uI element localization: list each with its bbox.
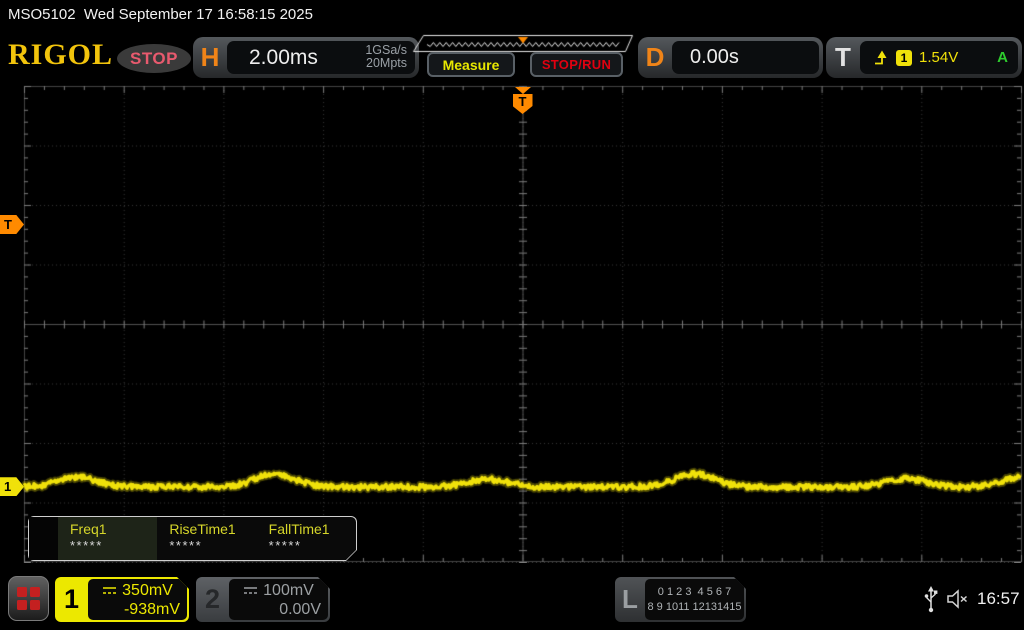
trigger-inner: 1 1.54V A [860, 41, 1018, 74]
dc-coupling-icon [243, 586, 258, 595]
measurement-panel[interactable]: Freq1 ***** RiseTime1 ***** FallTime1 **… [28, 516, 357, 561]
channel1-tab[interactable]: 1 350mV -938mV [55, 577, 189, 622]
logic-label: L [622, 584, 638, 614]
trigger-settings[interactable]: T 1 1.54V A [826, 37, 1022, 78]
status-icons: 16:57 [924, 584, 1024, 614]
grid-icon [17, 587, 40, 610]
trigger-label: T [835, 42, 851, 72]
trigger-level-value: 1.54V [919, 49, 959, 66]
measurement-item-freq1[interactable]: Freq1 ***** [58, 517, 157, 560]
measurement-label: RiseTime1 [169, 521, 236, 537]
acquisition-status-label: STOP [130, 48, 178, 68]
channel2-offset: 0.00V [279, 600, 321, 618]
trigger-source-badge: 1 [896, 49, 912, 66]
logic-channels-row1: 0 1 2 3 4 5 6 7 [657, 585, 732, 598]
measurement-item-risetime1[interactable]: RiseTime1 ***** [157, 517, 256, 560]
acquisition-status-badge: STOP [117, 44, 191, 73]
measure-button[interactable]: Measure [427, 52, 515, 77]
menu-grid-button[interactable] [8, 576, 49, 621]
measurement-value: ***** [268, 538, 302, 553]
trigger-position-arrow-icon [514, 87, 531, 94]
delay-inner: 0.00s [672, 41, 819, 74]
usb-icon [924, 585, 938, 612]
channel1-scale: 350mV [122, 581, 173, 599]
trigger-mode: A [997, 49, 1008, 66]
rising-edge-icon [875, 50, 887, 65]
horizontal-settings[interactable]: H 2.00ms 1GSa/s 20Mpts [193, 37, 419, 78]
channel1-offset: -938mV [123, 600, 180, 618]
measurement-value: ***** [70, 538, 103, 553]
delay-label: D [645, 42, 665, 72]
measurement-value: ***** [169, 538, 203, 553]
delay-value: 0.00s [690, 46, 739, 68]
datetime: Wed September 17 16:58:15 2025 [83, 6, 313, 23]
delay-settings[interactable]: D 0.00s [638, 37, 823, 78]
channel2-number: 2 [204, 584, 221, 614]
logic-analyzer-tab[interactable]: L 0 1 2 3 4 5 6 7 8 9 1011 12131415 [615, 577, 746, 622]
memory-depth: 20Mpts [366, 56, 407, 70]
stop-run-button-label: STOP/RUN [541, 57, 612, 72]
measurement-label: Freq1 [70, 521, 107, 537]
header-bar: RIGOL STOP H 2.00ms 1GSa/s 20Mpts Measur… [0, 30, 1024, 85]
logic-channels-row2: 8 9 1011 12131415 [647, 600, 742, 613]
rigol-logo: RIGOL [8, 38, 114, 71]
acquisition-rates: 1GSa/s 20Mpts [365, 44, 407, 70]
speaker-muted-icon [947, 589, 968, 609]
titlebar: MSO5102 Wed September 17 16:58:15 2025 [8, 6, 313, 23]
bottom-bar: 1 350mV -938mV 2 100mV 0.00V L 0 1 2 3 4… [0, 572, 1024, 630]
trigger-position-badge: T [512, 94, 533, 114]
clock: 16:57 [977, 589, 1020, 608]
horizontal-inner: 2.00ms 1GSa/s 20Mpts [227, 41, 415, 74]
channel1-number: 1 [63, 584, 80, 614]
stop-run-button[interactable]: STOP/RUN [530, 52, 623, 77]
dc-coupling-icon [102, 586, 117, 595]
horizontal-label: H [200, 42, 220, 72]
timebase-value: 2.00ms [249, 45, 318, 69]
measurement-label: FallTime1 [268, 521, 330, 537]
channel2-tab[interactable]: 2 100mV 0.00V [196, 577, 330, 622]
waveform-overview-ribbon[interactable] [412, 34, 634, 53]
measurement-spacer-cell [29, 517, 58, 560]
channel2-scale: 100mV [263, 581, 314, 599]
trigger-position-marker[interactable]: T [512, 87, 534, 114]
oscilloscope-screen: MSO5102 Wed September 17 16:58:15 2025 R… [0, 0, 1024, 630]
model-name: MSO5102 [8, 6, 76, 23]
measurement-item-falltime1[interactable]: FallTime1 ***** [257, 517, 356, 560]
scope-canvas [0, 85, 1024, 563]
measure-button-label: Measure [442, 56, 500, 73]
